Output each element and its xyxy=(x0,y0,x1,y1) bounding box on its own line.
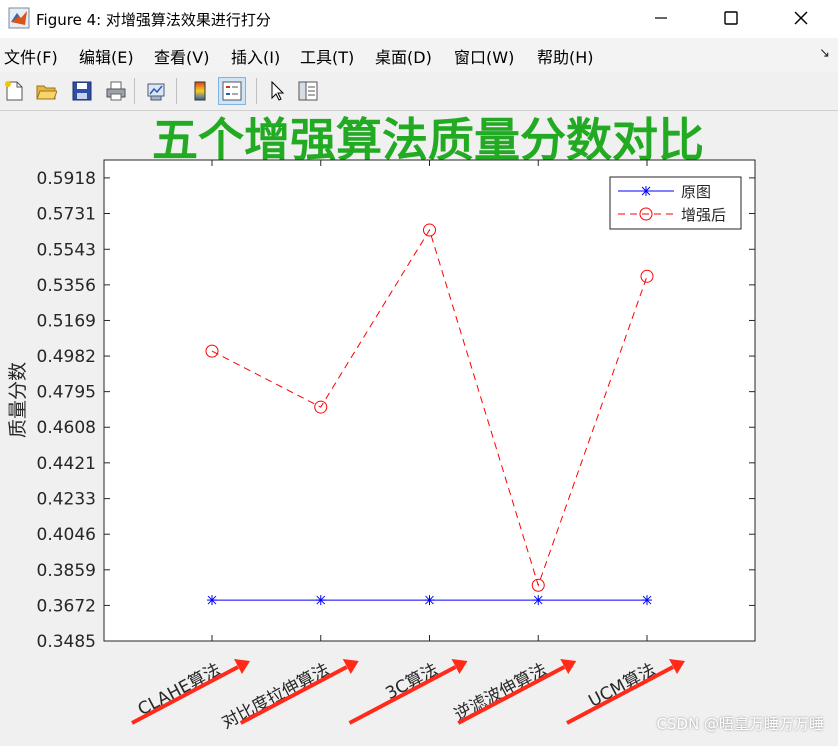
pointer-button[interactable] xyxy=(262,77,290,105)
x-tick-label: 对比度拉伸算法 xyxy=(219,660,333,734)
menu-insert[interactable]: 插入(I) xyxy=(231,44,280,68)
line-chart[interactable]: 五个增强算法质量分数对比 0.3485 0.3672 0.3859 0.4046 0.4… xyxy=(0,111,838,742)
menu-view[interactable]: 查看(V) xyxy=(154,44,209,68)
toolbar-separator xyxy=(256,78,257,104)
open-folder-icon xyxy=(36,85,57,100)
y-tick-label: 0.4795 xyxy=(37,383,96,403)
figure-toolbar xyxy=(0,72,838,111)
new-file-icon xyxy=(5,81,23,101)
y-tick-label: 0.4421 xyxy=(37,454,96,474)
property-editor-button[interactable] xyxy=(294,77,322,105)
y-tick-label: 0.4046 xyxy=(37,525,96,545)
data-point xyxy=(533,595,544,606)
menu-window[interactable]: 窗口(W) xyxy=(454,44,514,68)
menu-tools[interactable]: 工具(T) xyxy=(300,44,354,68)
x-tick-label: 逆滤波伸算法 xyxy=(451,660,550,726)
colorbar-button[interactable] xyxy=(186,77,214,105)
figure-canvas: 五个增强算法质量分数对比 0.3485 0.3672 0.3859 0.4046 0.4… xyxy=(0,111,838,742)
title-bar: Figure 4: 对增强算法效果进行打分 xyxy=(0,0,838,38)
minimize-icon xyxy=(655,17,667,19)
menu-bar: 文件(F) 编辑(E) 查看(V) 插入(I) 工具(T) 桌面(D) 窗口(W… xyxy=(0,38,838,72)
window-title: Figure 4: 对增强算法效果进行打分 xyxy=(36,11,271,29)
menu-desktop[interactable]: 桌面(D) xyxy=(375,44,432,68)
x-tick-label: CLAHE算法 xyxy=(135,660,225,720)
data-point xyxy=(642,595,652,606)
y-tick-label: 0.3859 xyxy=(37,561,96,581)
y-tick-label: 0.5918 xyxy=(37,169,96,189)
legend-marker xyxy=(641,186,651,196)
y-tick-label: 0.5169 xyxy=(37,311,96,331)
menu-edit[interactable]: 编辑(E) xyxy=(79,44,134,68)
y-tick-label: 0.3485 xyxy=(37,632,96,652)
close-icon xyxy=(794,11,808,25)
dock-arrow-icon[interactable]: ↘ xyxy=(819,46,830,61)
new-file-button[interactable] xyxy=(0,77,28,105)
menu-help[interactable]: 帮助(H) xyxy=(537,44,594,68)
maximize-icon xyxy=(724,11,738,25)
legend-label: 增强后 xyxy=(681,206,726,224)
close-button[interactable] xyxy=(778,0,824,36)
maximize-button[interactable] xyxy=(708,0,754,36)
link-plot-button[interactable] xyxy=(142,77,170,105)
y-tick-label: 0.4982 xyxy=(37,347,96,367)
x-tick-label: UCM算法 xyxy=(586,660,660,712)
property-editor-icon xyxy=(298,81,318,101)
save-button[interactable] xyxy=(68,77,96,105)
data-point xyxy=(315,595,326,606)
print-button[interactable] xyxy=(102,77,130,105)
chart-title: 五个增强算法质量分数对比 xyxy=(152,113,704,167)
data-point xyxy=(207,595,217,606)
link-icon xyxy=(147,83,165,101)
open-button[interactable] xyxy=(32,77,60,105)
colorbar-icon xyxy=(194,81,206,101)
toolbar-separator xyxy=(134,78,135,104)
legend-icon xyxy=(222,81,242,101)
data-point xyxy=(424,595,435,606)
y-tick-label: 0.4608 xyxy=(37,418,96,438)
menu-file[interactable]: 文件(F) xyxy=(4,44,58,68)
toolbar-separator xyxy=(176,78,177,104)
legend[interactable]: 原图增强后 xyxy=(609,176,742,230)
legend-button[interactable] xyxy=(218,77,246,105)
y-axis-label: 质量分数 xyxy=(7,362,29,438)
y-tick-label: 0.5543 xyxy=(37,240,96,260)
pointer-icon xyxy=(271,80,285,101)
y-tick-label: 0.4233 xyxy=(37,490,96,510)
legend-label: 原图 xyxy=(681,183,711,201)
minimize-button[interactable] xyxy=(638,0,684,36)
print-icon xyxy=(106,81,126,101)
y-tick-label: 0.5731 xyxy=(37,204,96,224)
plot-area xyxy=(103,159,756,642)
save-icon xyxy=(72,81,92,101)
x-tick-label: 3C算法 xyxy=(382,660,441,704)
matlab-logo-icon xyxy=(8,7,30,29)
y-tick-label: 0.5356 xyxy=(37,276,96,296)
y-tick-label: 0.3672 xyxy=(37,596,96,616)
watermark: CSDN @晤皇万睡万万睡 xyxy=(656,715,824,733)
